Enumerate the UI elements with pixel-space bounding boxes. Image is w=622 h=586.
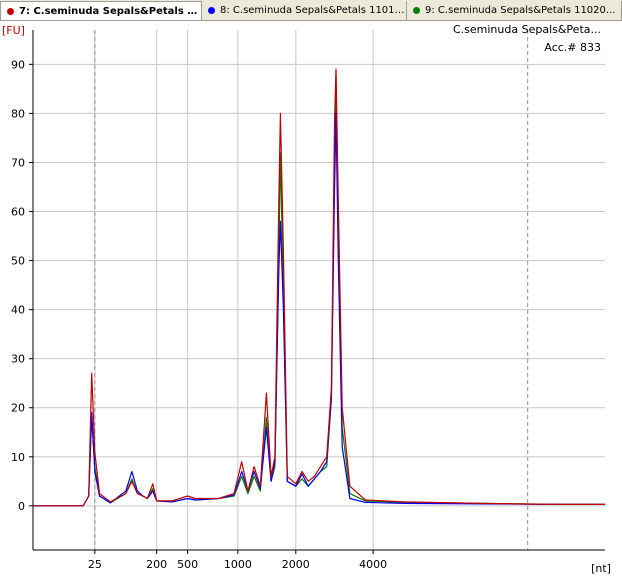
accession-label: Acc.# 833 [544, 41, 601, 54]
sample-tab-bar: 7: C.seminuda Sepals&Petals 1... 8: C.se… [0, 0, 622, 21]
plot-background [0, 21, 622, 586]
tab-label: 9: C.seminuda Sepals&Petals 11020... [425, 5, 616, 16]
y-axis-label: [FU] [2, 24, 25, 37]
tab-sample-9[interactable]: 9: C.seminuda Sepals&Petals 11020... [407, 1, 622, 20]
sample-name-label: C.seminuda Sepals&Peta... [453, 23, 601, 36]
tab-sample-7[interactable]: 7: C.seminuda Sepals&Petals 1... [0, 1, 202, 20]
y-tick-label: 30 [11, 353, 25, 366]
tab-label: 8: C.seminuda Sepals&Petals 11019... [220, 5, 406, 16]
series-color-dot-icon [208, 7, 215, 14]
x-tick-label: 500 [177, 558, 198, 571]
y-tick-label: 80 [11, 107, 25, 120]
x-tick-label: 2000 [282, 558, 310, 571]
x-tick-label: 200 [146, 558, 167, 571]
y-tick-label: 10 [11, 451, 25, 464]
x-tick-label: 25 [88, 558, 102, 571]
tab-sample-8[interactable]: 8: C.seminuda Sepals&Petals 11019... [202, 1, 407, 20]
x-tick-label: 1000 [224, 558, 252, 571]
x-tick-label: 4000 [359, 558, 387, 571]
y-tick-label: 90 [11, 58, 25, 71]
y-tick-label: 60 [11, 206, 25, 219]
electropherogram-plot: 010203040506070809025 200 500 1000 2000 4000 … [0, 21, 622, 586]
y-tick-label: 50 [11, 255, 25, 268]
x-axis-label: [nt] [591, 562, 611, 575]
series-color-dot-icon [413, 7, 420, 14]
tab-label: 7: C.seminuda Sepals&Petals 1... [19, 5, 201, 17]
y-tick-label: 20 [11, 402, 25, 415]
y-tick-label: 0 [18, 500, 25, 513]
y-tick-label: 70 [11, 156, 25, 169]
y-tick-label: 40 [11, 304, 25, 317]
series-color-dot-icon [7, 7, 14, 15]
